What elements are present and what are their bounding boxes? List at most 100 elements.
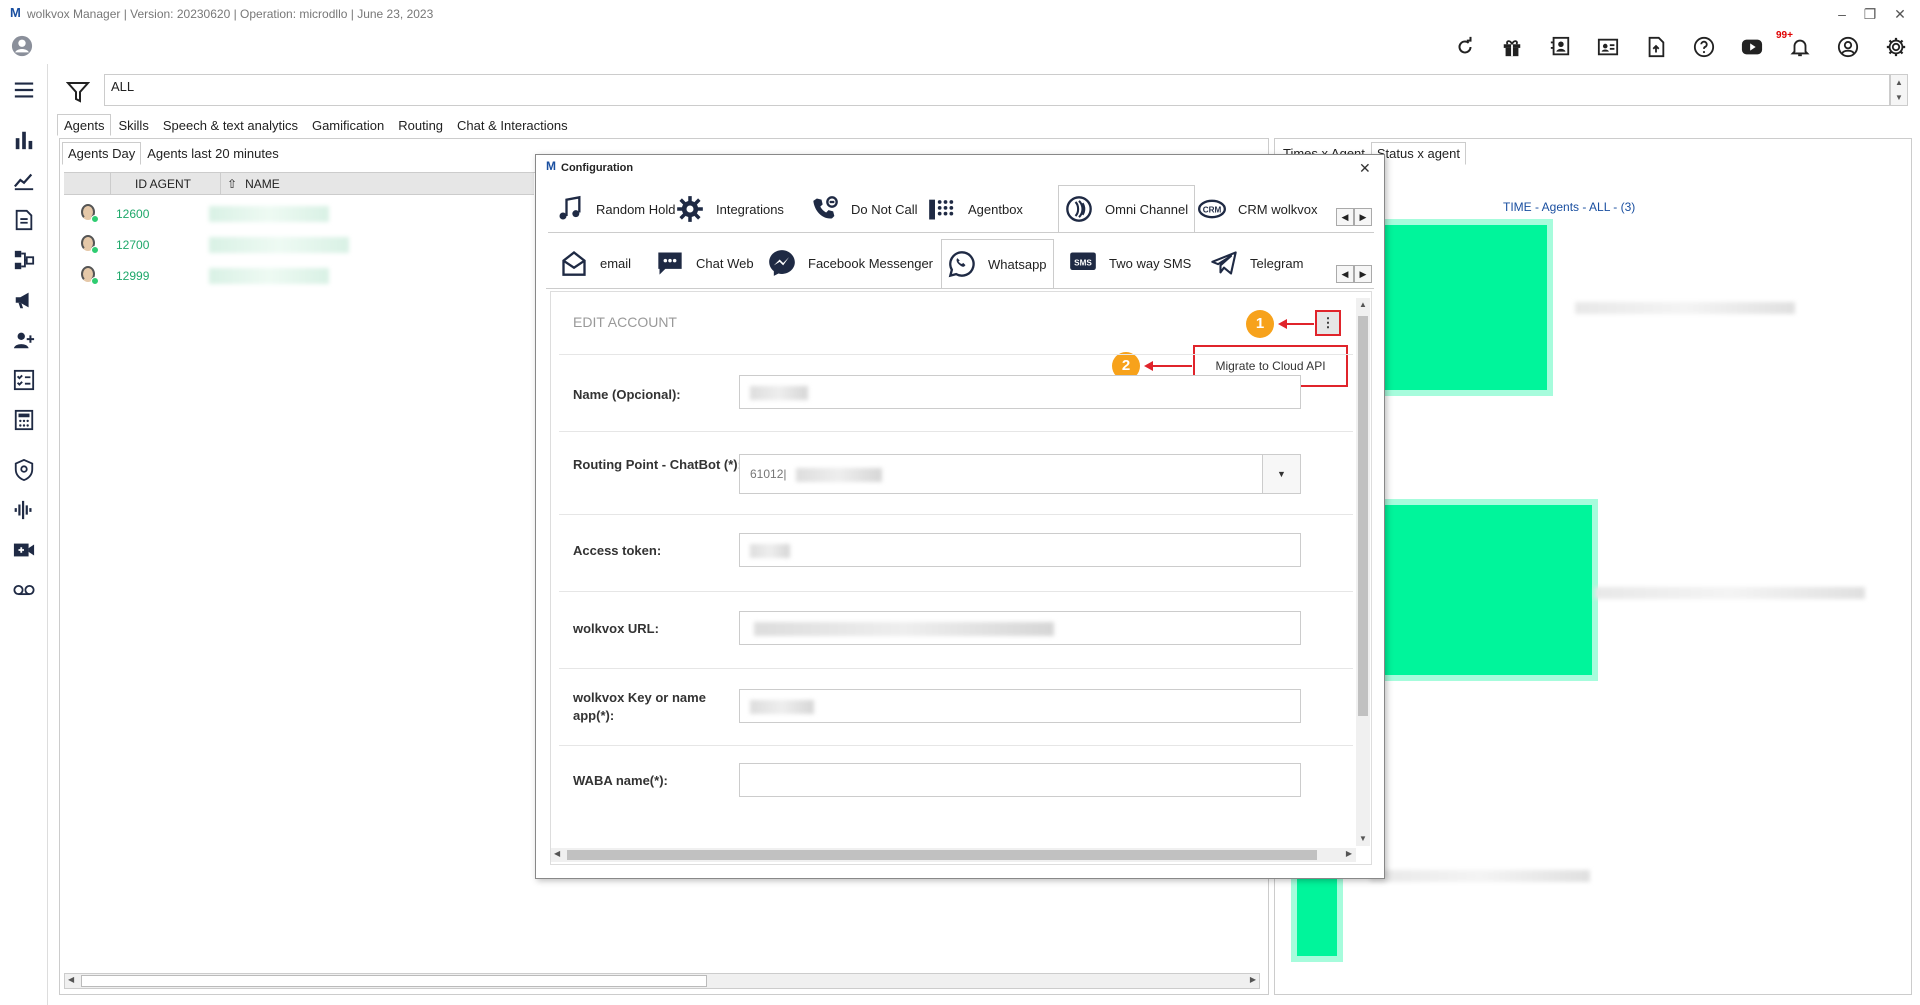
scroll-right-arrow[interactable]: ▶ [1354,208,1372,226]
notification-badge: 99+ [1776,30,1793,41]
tab-telegram[interactable]: Telegram [1210,239,1303,287]
tab-label: Random Hold [596,201,676,217]
scroll-thumb[interactable] [81,975,707,987]
scroll-left-arrow[interactable]: ◀ [68,975,74,984]
tab-status-x-agent[interactable]: Status x agent [1370,142,1467,165]
bar-chart-icon[interactable] [10,126,38,154]
scroll-right-arrow[interactable]: ▶ [1250,975,1256,984]
table-row[interactable]: 12999 [64,260,534,291]
restore-button[interactable]: ❐ [1858,4,1882,24]
tab-routing[interactable]: Routing [391,114,450,136]
tab-gamification[interactable]: Gamification [305,114,391,136]
tab-random-hold[interactable]: Random Hold [556,185,676,232]
gear-icon[interactable] [1882,33,1910,61]
line-chart-icon[interactable] [10,166,38,194]
wolkvox-url-input[interactable] [739,611,1301,645]
avatar-icon[interactable] [8,32,36,60]
checklist-icon[interactable] [10,366,38,394]
email-icon [562,251,586,276]
routing-point-value: 61012| [750,467,787,481]
filter-icon[interactable] [66,80,90,104]
form-horizontal-scrollbar[interactable]: ◀ ▶ [551,848,1356,862]
agent-id: 12999 [116,268,150,283]
column-name[interactable]: ⇧ NAME [220,173,520,194]
tab-whatsapp[interactable]: Whatsapp [941,239,1054,288]
more-options-button[interactable]: ⋮ [1315,310,1341,336]
calculator-icon[interactable] [10,406,38,434]
scroll-thumb[interactable] [1358,316,1368,716]
filter-input[interactable]: ALL [104,74,1890,106]
routing-point-select[interactable]: 61012| ▼ [739,454,1301,494]
channel-tabs-scroller[interactable]: ◀ ▶ [1336,265,1372,283]
tab-two-way-sms[interactable]: SMS Two way SMS [1069,239,1191,287]
agent-avatar-icon [79,265,99,286]
table-row[interactable]: 12700 [64,229,534,260]
tab-chat-interactions[interactable]: Chat & Interactions [450,114,575,136]
spinner-down[interactable]: ▼ [1891,90,1907,105]
waba-name-input[interactable] [739,763,1301,797]
scroll-right-arrow[interactable]: ▶ [1346,849,1352,858]
column-id-agent[interactable]: ID AGENT [110,173,220,194]
tab-agentbox[interactable]: Agentbox [928,185,1023,232]
redacted-value [750,544,790,558]
help-icon[interactable] [1690,33,1718,61]
tab-facebook-messenger[interactable]: Facebook Messenger [768,239,933,287]
dialog-close-button[interactable]: ✕ [1359,160,1371,177]
chevron-down-icon[interactable]: ▼ [1262,455,1300,493]
filter-spinner[interactable]: ▲ ▼ [1890,74,1908,106]
scroll-down-arrow[interactable]: ▼ [1356,834,1370,843]
wolkvox-key-input[interactable] [739,689,1301,723]
tab-email[interactable]: email [560,239,631,287]
callout-arrowhead [1278,319,1287,329]
whatsapp-icon [948,251,975,278]
phone-block-icon [813,196,838,219]
name-input[interactable] [739,375,1301,409]
scroll-left-arrow[interactable]: ◀ [1336,265,1354,283]
video-add-icon[interactable] [10,536,38,564]
tab-agents-last-20-minutes[interactable]: Agents last 20 minutes [141,142,285,165]
online-status-icon [91,214,99,223]
scroll-left-arrow[interactable]: ◀ [1336,208,1354,226]
tab-speech-text-analytics[interactable]: Speech & text analytics [156,114,305,136]
youtube-icon[interactable] [1738,33,1766,61]
tab-agents-day[interactable]: Agents Day [62,142,142,165]
scroll-left-arrow[interactable]: ◀ [554,849,560,858]
megaphone-icon[interactable] [10,286,38,314]
close-button[interactable]: ✕ [1888,4,1912,24]
callout-arrow [1286,323,1314,325]
config-tabs-scroller[interactable]: ◀ ▶ [1336,208,1372,226]
scroll-right-arrow[interactable]: ▶ [1354,265,1372,283]
tab-agents[interactable]: Agents [57,114,112,136]
sort-arrow-icon: ⇧ [227,177,238,191]
hamburger-menu-icon[interactable] [10,76,38,104]
gift-icon[interactable] [1498,33,1526,61]
shield-icon[interactable] [10,456,38,484]
document-icon[interactable] [10,206,38,234]
agents-horizontal-scrollbar[interactable]: ◀ ▶ [64,973,1260,989]
tab-skills[interactable]: Skills [111,114,155,136]
scroll-thumb[interactable] [567,850,1317,860]
scroll-up-arrow[interactable]: ▲ [1356,300,1370,309]
tab-chat-web[interactable]: Chat Web [656,239,754,287]
tab-crm-wolkvox[interactable]: CRM CRM wolkvox [1198,185,1317,232]
redacted-value [750,386,808,400]
form-vertical-scrollbar[interactable]: ▲ ▼ [1356,298,1370,846]
table-row[interactable]: 12600 [64,198,534,229]
id-card-icon[interactable] [1594,33,1622,61]
spinner-up[interactable]: ▲ [1891,75,1907,90]
user-circle-icon[interactable] [1834,33,1862,61]
refresh-icon[interactable] [1451,33,1479,61]
tab-integrations[interactable]: Integrations [676,185,784,232]
team-add-icon[interactable] [10,326,38,354]
callout-badge: 1 [1246,310,1274,338]
tab-omni-channel[interactable]: Omni Channel [1058,185,1196,232]
diagram-icon[interactable] [10,246,38,274]
audio-wave-icon[interactable] [10,496,38,524]
voicemail-icon[interactable] [10,576,38,604]
minimize-button[interactable]: – [1830,4,1854,24]
access-token-input[interactable] [739,533,1301,567]
contacts-icon[interactable] [1546,33,1574,61]
tab-do-not-call[interactable]: Do Not Call [811,185,917,232]
grid-header-status [64,173,110,194]
document-upload-icon[interactable] [1642,33,1670,61]
